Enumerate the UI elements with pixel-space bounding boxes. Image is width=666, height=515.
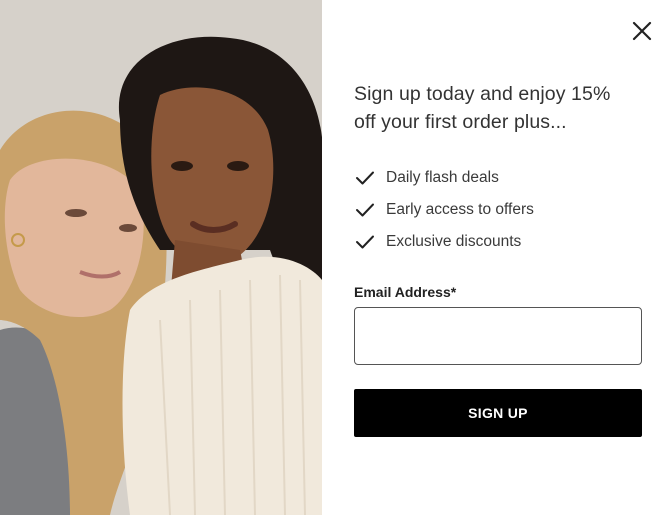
email-field[interactable] xyxy=(354,307,642,365)
check-icon xyxy=(356,203,374,217)
benefit-item: Early access to offers xyxy=(354,194,534,226)
check-icon xyxy=(356,235,374,249)
email-label: Email Address* xyxy=(354,284,457,300)
benefits-list: Daily flash deals Early access to offers… xyxy=(354,162,534,258)
sign-up-button[interactable]: SIGN UP xyxy=(354,389,642,437)
benefit-label: Exclusive discounts xyxy=(386,233,522,250)
benefit-item: Daily flash deals xyxy=(354,162,534,194)
benefit-label: Daily flash deals xyxy=(386,169,499,186)
promo-photo xyxy=(0,0,322,515)
modal-headline: Sign up today and enjoy 15% off your fir… xyxy=(354,83,611,133)
close-icon xyxy=(632,21,652,41)
close-button[interactable] xyxy=(629,18,655,44)
benefit-item: Exclusive discounts xyxy=(354,226,534,258)
benefit-label: Early access to offers xyxy=(386,201,534,218)
signup-modal: Sign up today and enjoy 15% off your fir… xyxy=(0,0,666,515)
check-icon xyxy=(356,171,374,185)
